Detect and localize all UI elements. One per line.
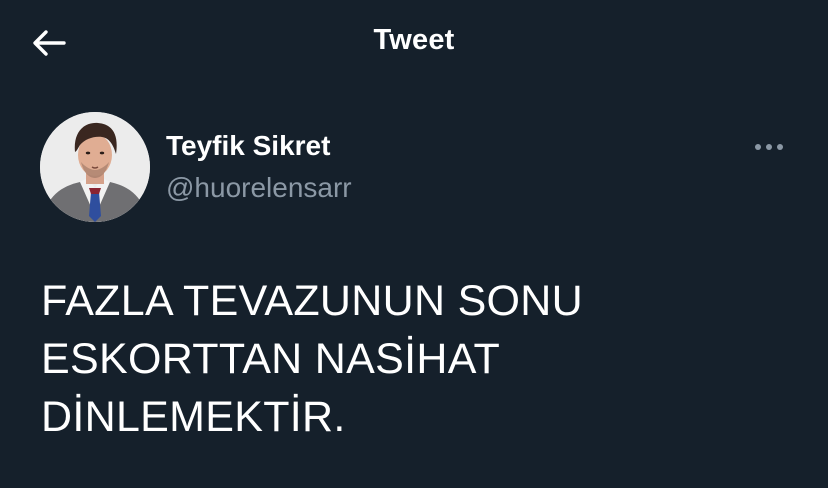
author-handle[interactable]: @huorelensarr	[166, 172, 352, 204]
more-horizontal-icon	[755, 144, 783, 150]
profile-photo	[40, 112, 150, 222]
author-display-name[interactable]: Teyfik Sikret	[166, 130, 330, 162]
page-title: Tweet	[373, 24, 455, 56]
tweet-text: FAZLA TEVAZUNUN SONU ESKORTTAN NASİHAT D…	[41, 277, 584, 441]
more-options-button[interactable]	[748, 132, 790, 162]
avatar[interactable]	[40, 112, 150, 222]
top-bar: Tweet	[0, 0, 828, 86]
